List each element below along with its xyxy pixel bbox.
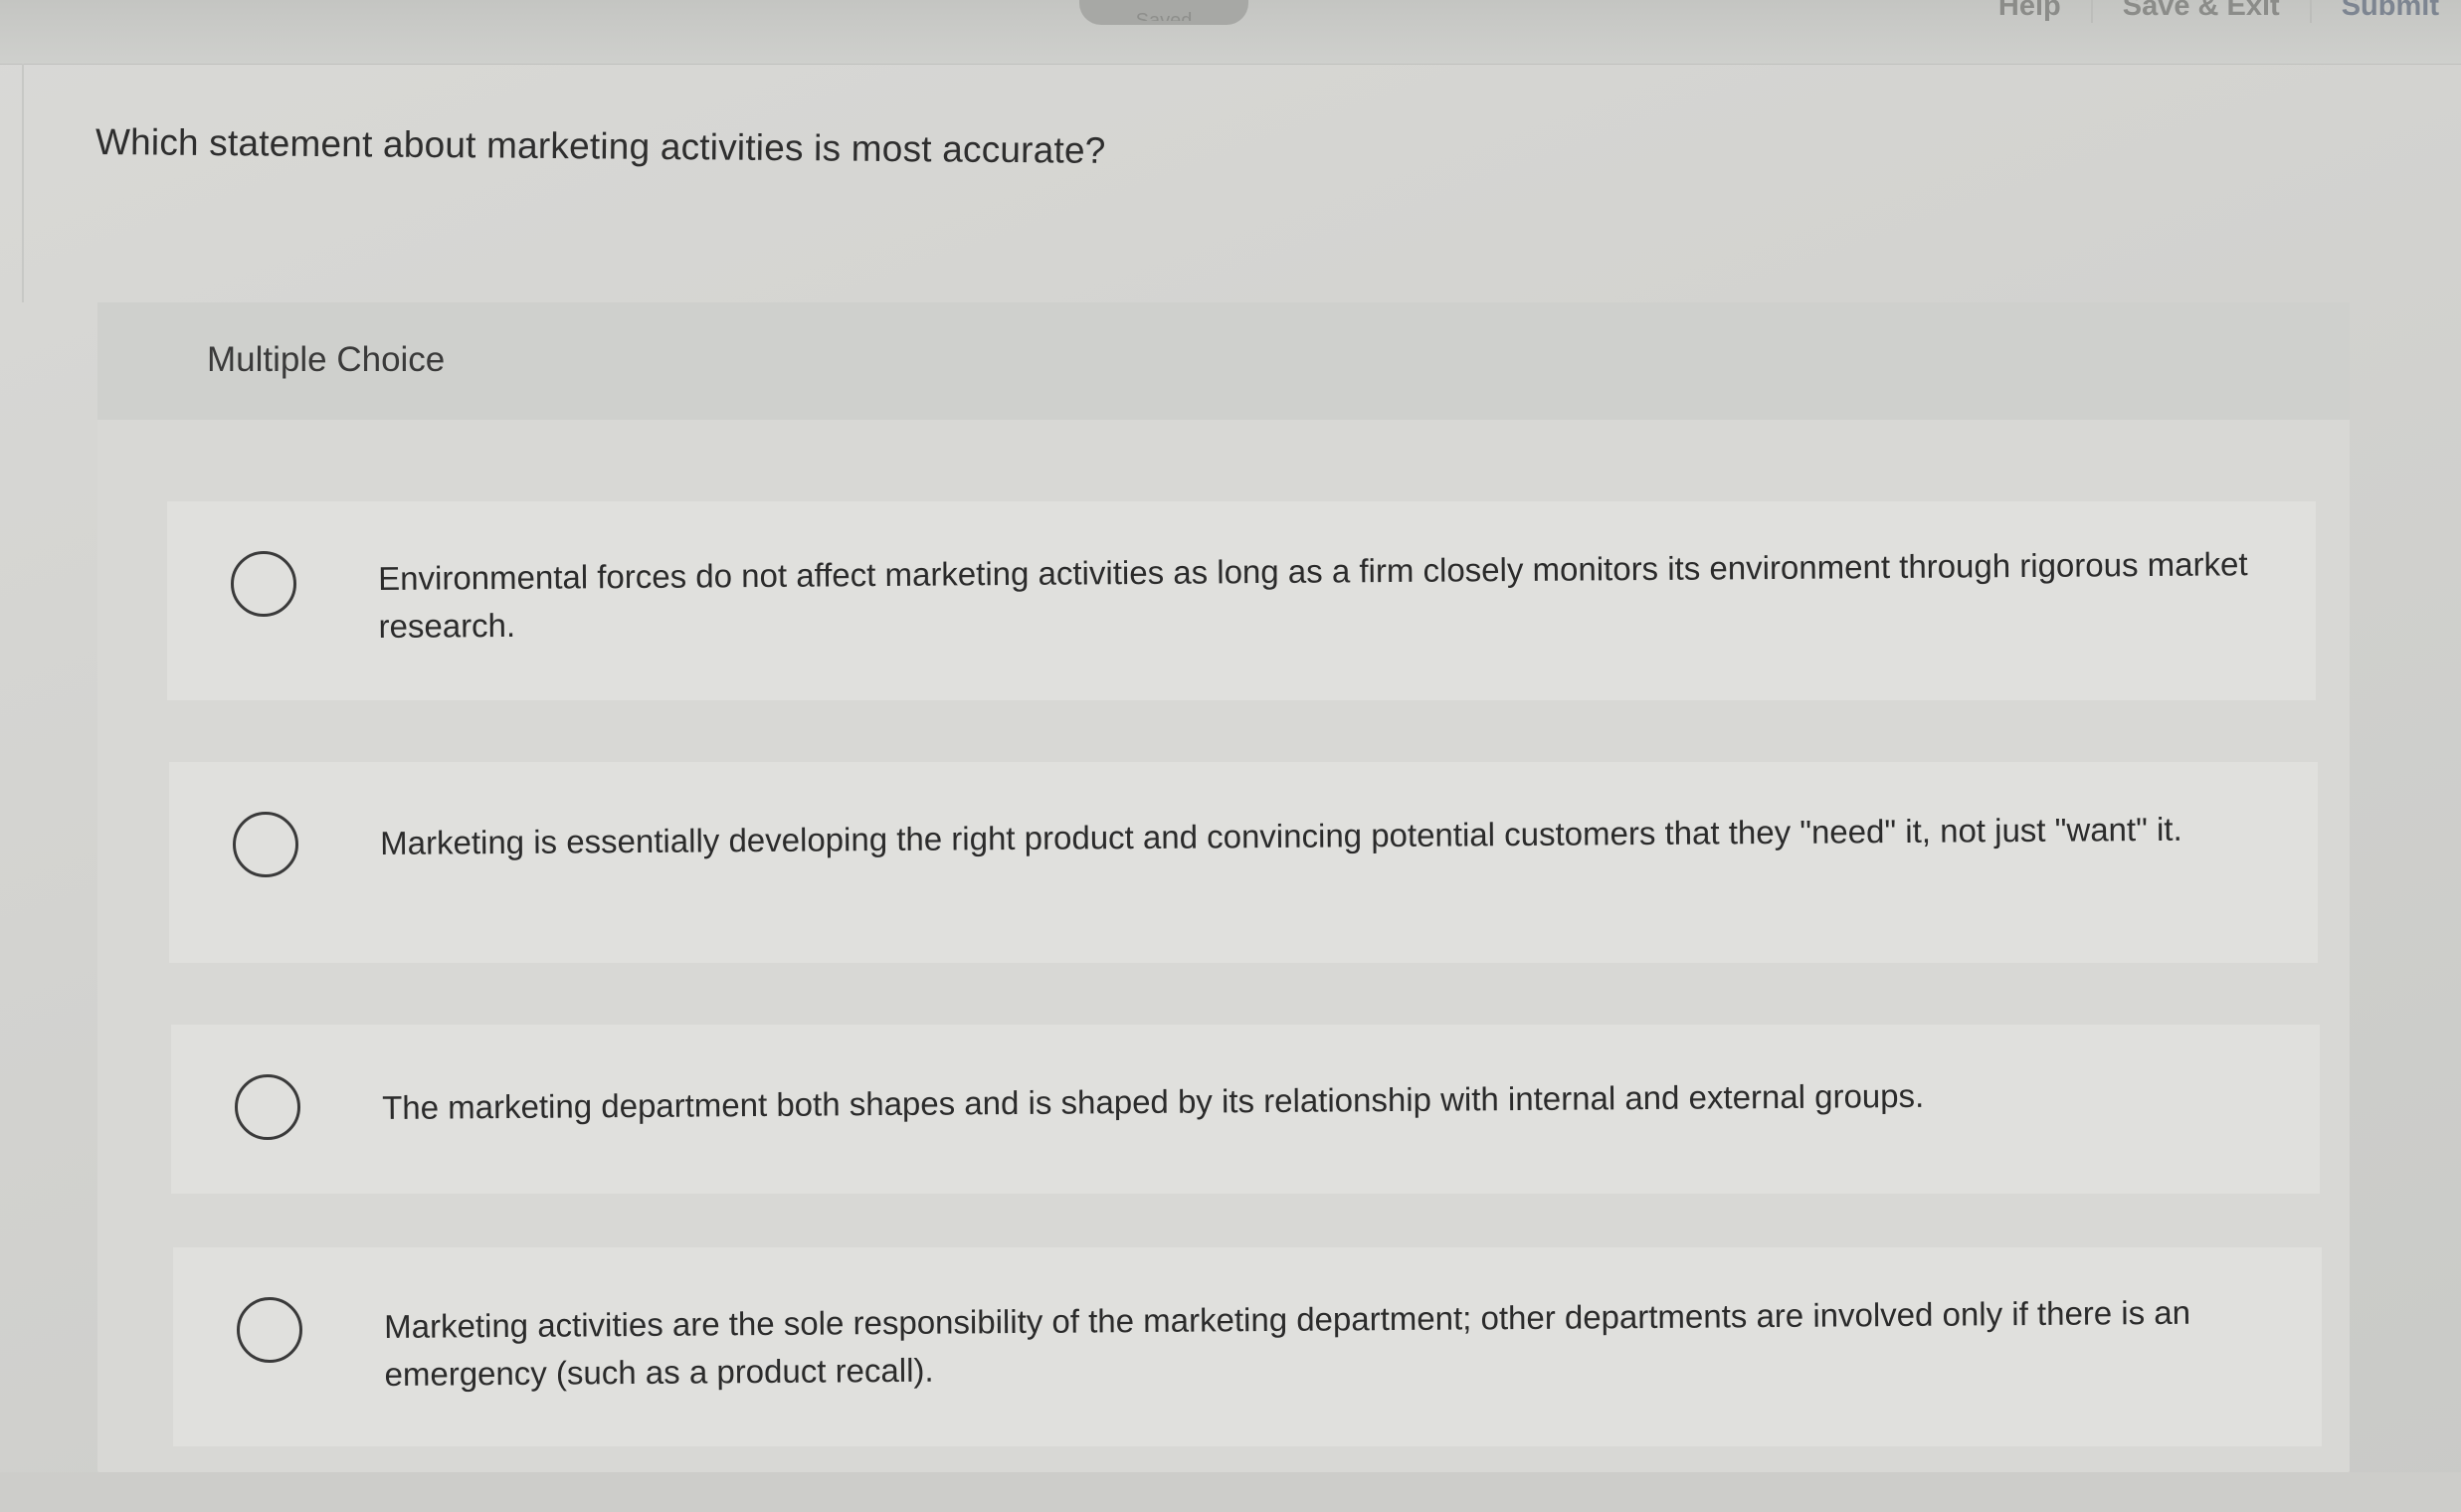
choice-option-3[interactable]: The marketing department both shapes and… bbox=[171, 1025, 2320, 1194]
choice-text: Environmental forces do not affect marke… bbox=[378, 545, 2248, 645]
choice-option-4[interactable]: Marketing activities are the sole respon… bbox=[173, 1247, 2322, 1446]
top-bar: Saved Help Save & Exit Submit bbox=[0, 0, 2461, 65]
top-links: Help Save & Exit Submit bbox=[1969, 0, 2461, 26]
radio-button-icon[interactable] bbox=[237, 1297, 302, 1363]
answer-panel: Multiple Choice Environmental forces do … bbox=[97, 302, 2350, 1472]
choice-text: The marketing department both shapes and… bbox=[382, 1076, 1925, 1126]
left-rail-divider bbox=[0, 64, 24, 302]
choice-text: Marketing is essentially developing the … bbox=[380, 810, 2182, 861]
answer-panel-header: Multiple Choice bbox=[97, 302, 2350, 420]
radio-button-icon[interactable] bbox=[233, 812, 298, 877]
saved-status-label: Saved bbox=[1079, 11, 1248, 21]
save-exit-link[interactable]: Save & Exit bbox=[2090, 0, 2310, 23]
radio-button-icon[interactable] bbox=[231, 551, 296, 617]
choice-text: Marketing activities are the sole respon… bbox=[384, 1293, 2191, 1393]
choice-option-2[interactable]: Marketing is essentially developing the … bbox=[169, 762, 2318, 963]
bottom-strip bbox=[0, 1472, 2461, 1512]
question-prompt: Which statement about marketing activiti… bbox=[95, 121, 1106, 171]
radio-button-icon[interactable] bbox=[235, 1074, 300, 1140]
choice-option-1[interactable]: Environmental forces do not affect marke… bbox=[167, 501, 2316, 700]
help-link[interactable]: Help bbox=[1969, 0, 2091, 23]
question-type-label: Multiple Choice bbox=[207, 340, 446, 379]
saved-status-badge: Saved bbox=[1079, 0, 1248, 25]
submit-link[interactable]: Submit bbox=[2309, 0, 2461, 23]
